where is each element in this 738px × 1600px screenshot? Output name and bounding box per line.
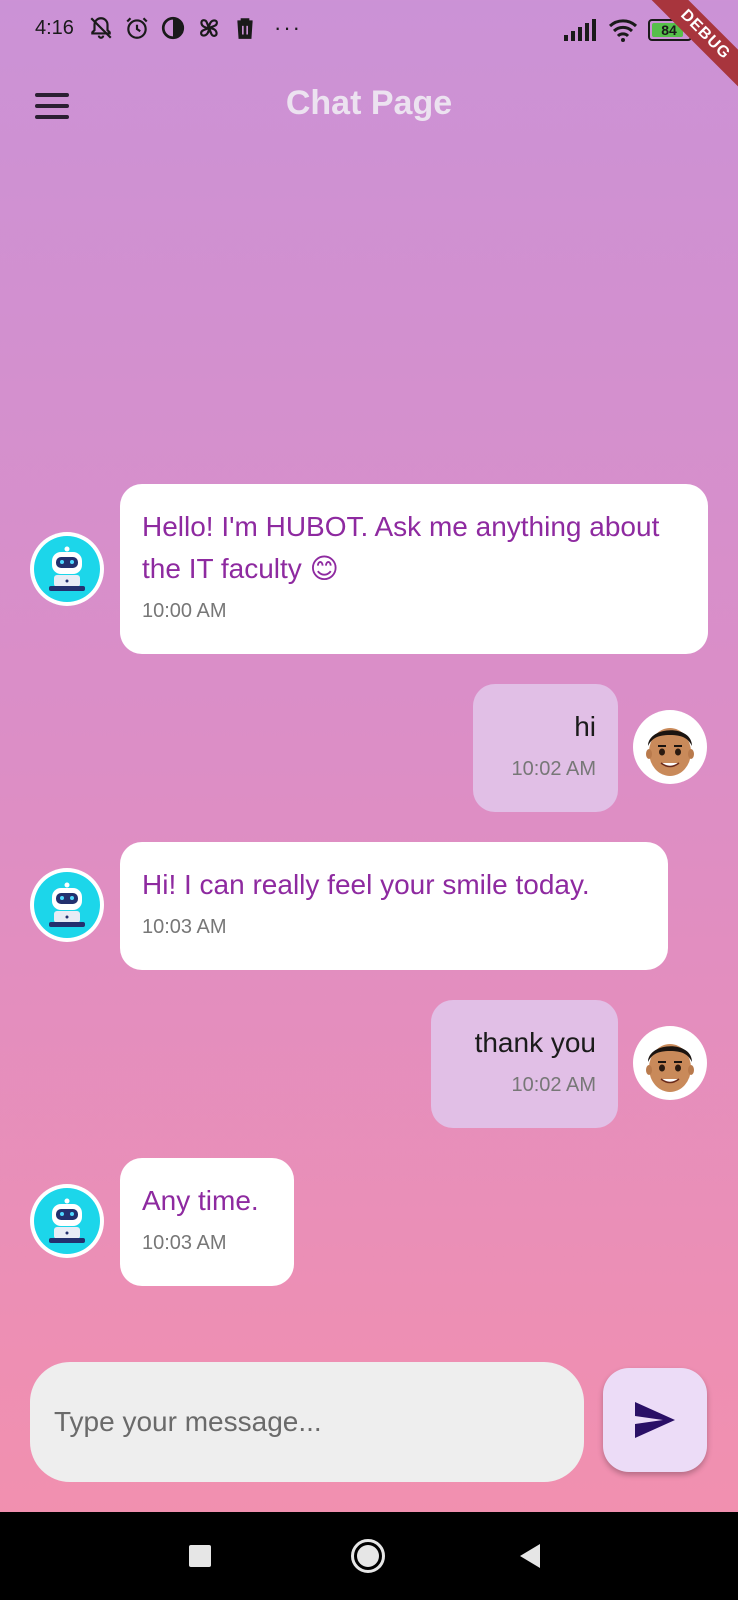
message-text: thank you — [474, 1027, 596, 1058]
message-time: 10:03 AM — [142, 1232, 227, 1254]
message-input[interactable] — [30, 1362, 584, 1482]
bot-avatar — [30, 1184, 104, 1258]
status-more: ··· — [274, 15, 302, 40]
data-saver-icon — [161, 16, 185, 40]
signal-icon — [564, 19, 596, 41]
message-text: hi — [574, 711, 596, 742]
boy-face-icon — [646, 1044, 694, 1092]
trash-icon — [237, 18, 253, 39]
home-circle-icon[interactable] — [328, 1512, 408, 1600]
status-bar: 4:16 ··· 84 DEBUG — [0, 0, 738, 98]
app-bar: Chat Page — [0, 62, 738, 150]
page-title: Chat Page — [285, 84, 453, 122]
user-avatar — [633, 1026, 707, 1100]
pinwheel-icon — [200, 19, 218, 37]
message-time: 10:02 AM — [511, 1074, 596, 1096]
system-nav-bar — [0, 1512, 738, 1600]
robot-icon — [34, 872, 100, 938]
message-text: Hi! I can really feel your smile today. — [142, 869, 590, 900]
message-text: Hello! I'm HUBOT. Ask me anything about … — [142, 511, 660, 584]
user-message-bubble: hi 10:02 AM — [473, 684, 618, 812]
bot-message-bubble: Hi! I can really feel your smile today. … — [120, 842, 668, 970]
status-time: 4:16 — [35, 17, 74, 39]
wifi-icon — [608, 19, 638, 42]
send-icon — [635, 1402, 675, 1438]
bot-message-bubble: Hello! I'm HUBOT. Ask me anything about … — [120, 484, 708, 654]
notifications-off-icon — [90, 17, 112, 39]
message-time: 10:02 AM — [511, 758, 596, 780]
robot-icon — [34, 536, 100, 602]
send-button[interactable] — [603, 1368, 707, 1472]
bot-message-bubble: Any time. 10:03 AM — [120, 1158, 294, 1286]
bot-avatar — [30, 868, 104, 942]
user-message-bubble: thank you 10:02 AM — [431, 1000, 618, 1128]
back-triangle-icon[interactable] — [490, 1512, 570, 1600]
message-time: 10:00 AM — [142, 600, 227, 622]
user-avatar — [633, 710, 707, 784]
message-time: 10:03 AM — [142, 916, 227, 938]
alarm-icon — [126, 17, 148, 39]
bot-avatar — [30, 532, 104, 606]
robot-icon — [34, 1188, 100, 1254]
recents-square-icon[interactable] — [160, 1512, 240, 1600]
status-icons-left: ··· — [88, 15, 302, 41]
boy-face-icon — [646, 728, 694, 776]
message-text: Any time. — [142, 1185, 259, 1216]
